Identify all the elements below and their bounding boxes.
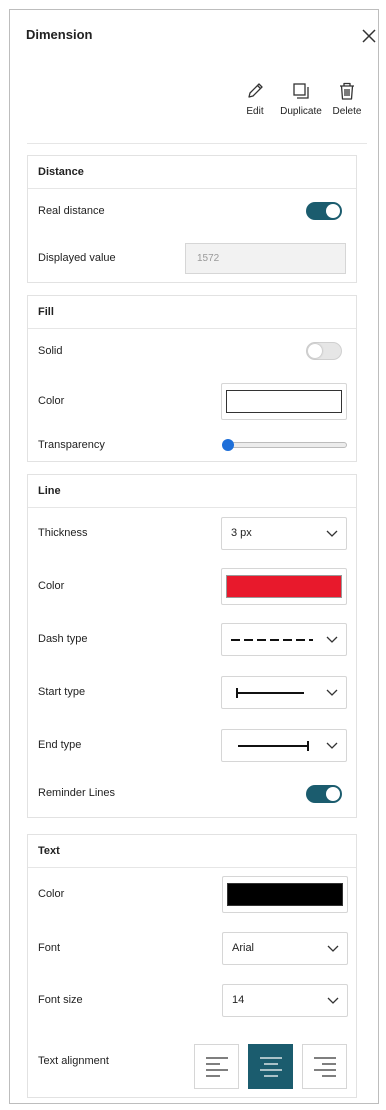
align-left-icon bbox=[206, 1057, 228, 1077]
line-color-label: Color bbox=[38, 580, 65, 592]
distance-header: Distance bbox=[28, 156, 356, 189]
font-select[interactable]: Arial bbox=[222, 932, 348, 965]
text-header: Text bbox=[28, 835, 356, 868]
font-size-value: 14 bbox=[232, 994, 245, 1006]
fill-color-picker[interactable] bbox=[221, 383, 347, 420]
text-color-label: Color bbox=[38, 888, 65, 900]
start-type-select[interactable] bbox=[221, 676, 347, 709]
edit-button[interactable]: Edit bbox=[230, 80, 280, 117]
thickness-select[interactable]: 3 px bbox=[221, 517, 347, 550]
start-type-label: Start type bbox=[38, 686, 86, 698]
dash-type-label: Dash type bbox=[38, 633, 88, 645]
edit-icon bbox=[230, 80, 280, 102]
chevron-down-icon bbox=[326, 689, 338, 696]
close-icon[interactable] bbox=[361, 28, 377, 44]
fill-color-label: Color bbox=[38, 395, 65, 407]
line-color-picker[interactable] bbox=[221, 568, 347, 605]
end-cap-preview bbox=[238, 741, 309, 751]
align-center-icon bbox=[260, 1057, 282, 1077]
dash-type-select[interactable] bbox=[221, 623, 347, 656]
edit-label: Edit bbox=[246, 106, 264, 117]
end-type-label: End type bbox=[38, 739, 82, 751]
distance-section: Distance Real distance Displayed value 1… bbox=[27, 155, 357, 283]
font-size-select[interactable]: 14 bbox=[222, 984, 348, 1017]
align-center-button[interactable] bbox=[248, 1044, 293, 1089]
align-right-button[interactable] bbox=[302, 1044, 347, 1089]
thickness-label: Thickness bbox=[38, 527, 88, 539]
reminder-lines-toggle[interactable] bbox=[306, 785, 342, 803]
dimension-panel: Dimension Edit Duplicate Delete Distance… bbox=[9, 9, 379, 1104]
duplicate-button[interactable]: Duplicate bbox=[276, 80, 326, 117]
displayed-value-label: Displayed value bbox=[38, 252, 116, 264]
text-section: Text Color Font Arial Font size 14 Text … bbox=[27, 834, 357, 1098]
fill-color-swatch bbox=[226, 390, 342, 413]
reminder-lines-label: Reminder Lines bbox=[38, 787, 116, 799]
chevron-down-icon bbox=[326, 742, 338, 749]
line-section: Line Thickness 3 px Color Dash type Star… bbox=[27, 474, 357, 818]
delete-label: Delete bbox=[332, 106, 362, 117]
chevron-down-icon bbox=[327, 997, 339, 1004]
divider bbox=[27, 143, 367, 144]
real-distance-label: Real distance bbox=[38, 205, 105, 217]
text-color-picker[interactable] bbox=[222, 876, 348, 913]
end-type-select[interactable] bbox=[221, 729, 347, 762]
thickness-value: 3 px bbox=[231, 527, 252, 539]
align-right-icon bbox=[314, 1057, 336, 1077]
text-color-swatch bbox=[227, 883, 343, 906]
font-value: Arial bbox=[232, 942, 255, 954]
start-cap-preview bbox=[236, 688, 304, 698]
solid-toggle[interactable] bbox=[306, 342, 342, 360]
font-label: Font bbox=[38, 942, 61, 954]
chevron-down-icon bbox=[327, 945, 339, 952]
delete-button[interactable]: Delete bbox=[322, 80, 372, 117]
transparency-slider[interactable] bbox=[225, 442, 347, 448]
panel-title: Dimension bbox=[26, 27, 93, 42]
fill-section: Fill Solid Color Transparency bbox=[27, 295, 357, 462]
text-alignment-label: Text alignment bbox=[38, 1055, 109, 1067]
line-color-swatch bbox=[226, 575, 342, 598]
transparency-label: Transparency bbox=[38, 439, 105, 451]
align-left-button[interactable] bbox=[194, 1044, 239, 1089]
real-distance-toggle[interactable] bbox=[306, 202, 342, 220]
transparency-slider-thumb[interactable] bbox=[222, 439, 234, 451]
dashed-line-preview bbox=[231, 639, 313, 641]
chevron-down-icon bbox=[326, 636, 338, 643]
solid-label: Solid bbox=[38, 345, 63, 357]
line-header: Line bbox=[28, 475, 356, 508]
duplicate-icon bbox=[276, 80, 326, 102]
fill-header: Fill bbox=[28, 296, 356, 329]
displayed-value-field[interactable]: 1572 bbox=[185, 243, 346, 274]
duplicate-label: Duplicate bbox=[280, 106, 322, 117]
delete-icon bbox=[322, 80, 372, 102]
chevron-down-icon bbox=[326, 530, 338, 537]
font-size-label: Font size bbox=[38, 994, 83, 1006]
